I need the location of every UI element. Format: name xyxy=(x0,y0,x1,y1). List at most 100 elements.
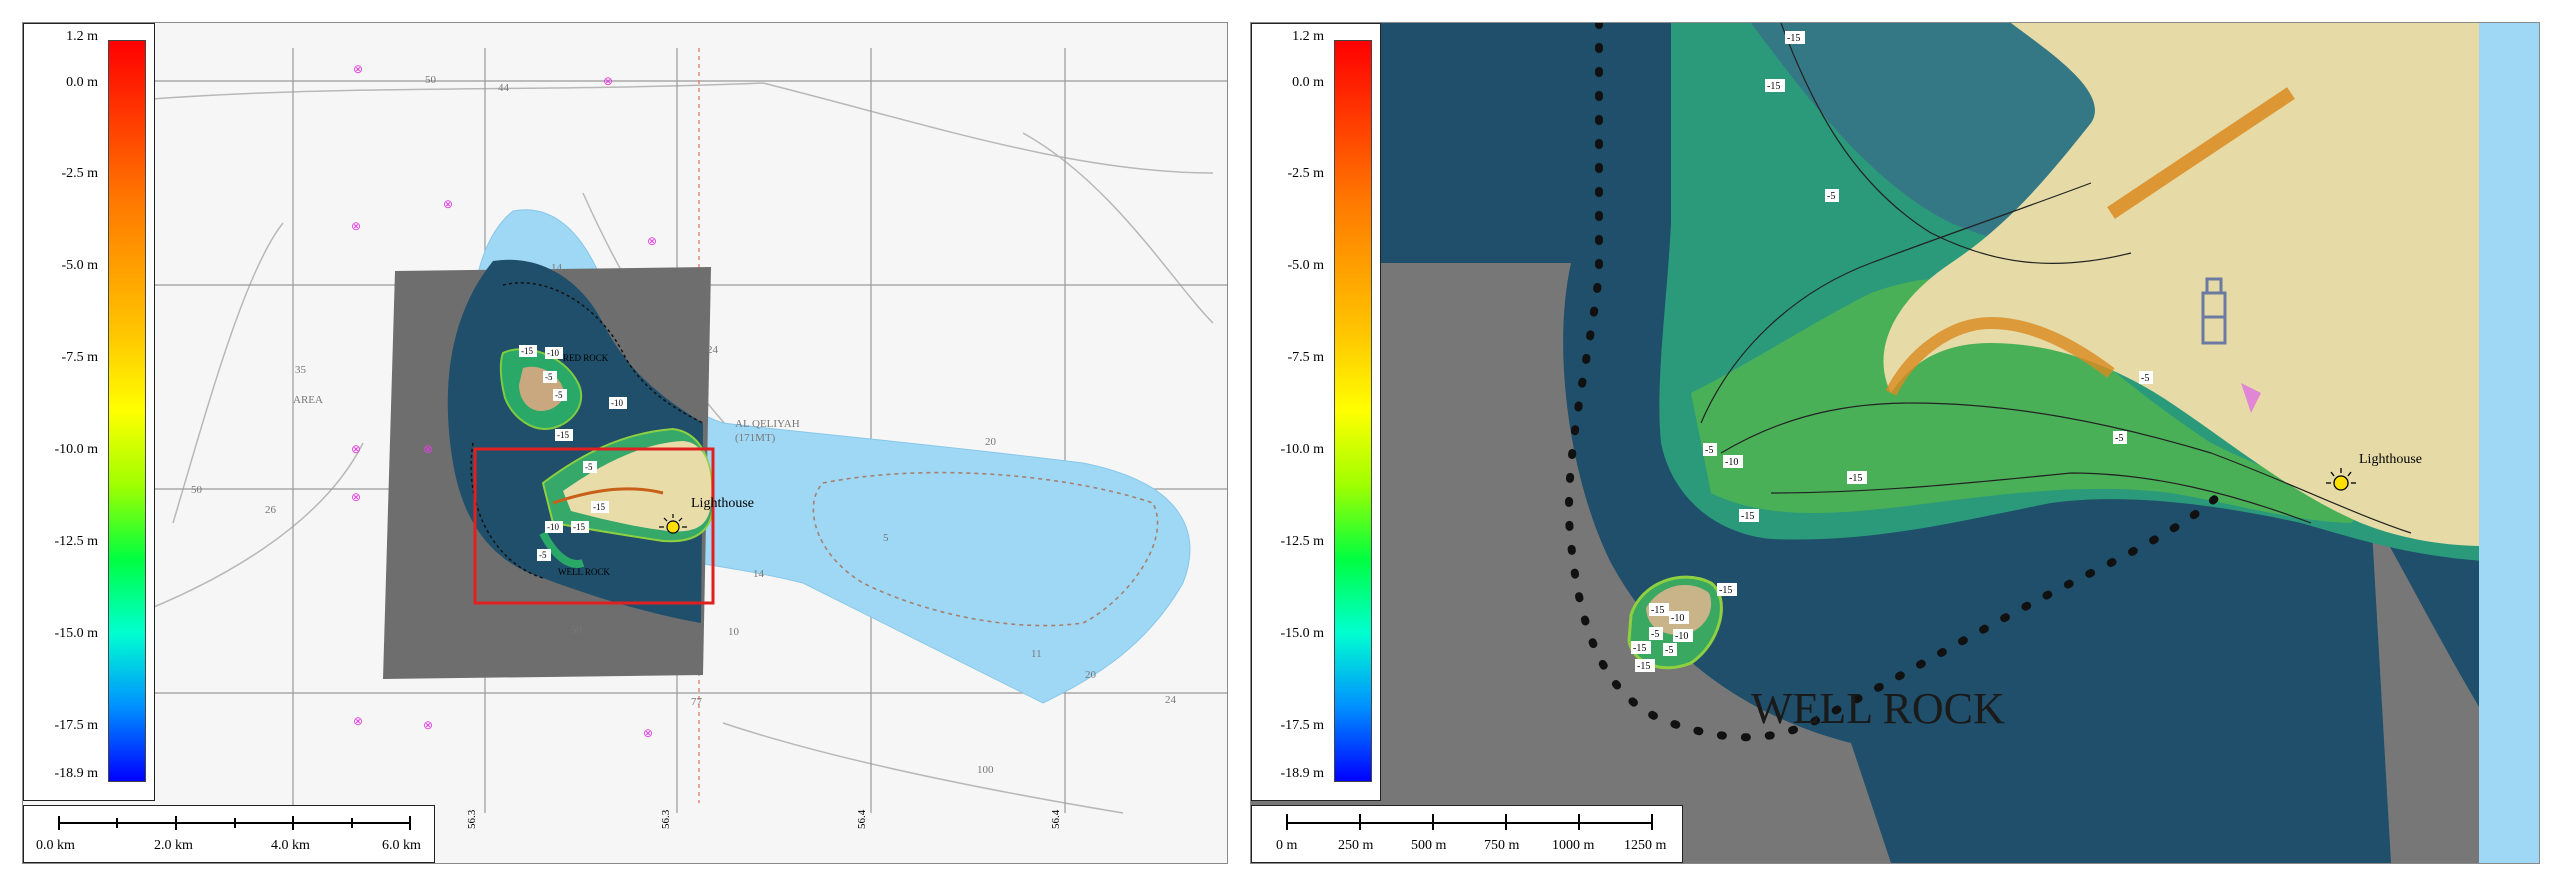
svg-text:-15: -15 xyxy=(1633,643,1646,654)
svg-text:-5: -5 xyxy=(1665,645,1673,656)
detail-map-panel[interactable]: Lighthouse WELL ROCK -15 -15 -5 -5 -10 -… xyxy=(1250,22,2540,864)
colorbar-label: -17.5 m xyxy=(1280,718,1324,733)
sounding: 35 xyxy=(295,364,307,376)
svg-text:-15: -15 xyxy=(1767,81,1780,92)
sounding: 100 xyxy=(977,764,994,776)
colorbar-label: -2.5 m xyxy=(61,166,98,181)
svg-text:⊗: ⊗ xyxy=(353,714,363,728)
colorbar-label: -18.9 m xyxy=(1280,766,1324,781)
overview-map-panel[interactable]: ⊗ ⊗ ⊗ ⊗ ⊗ ⊗ ⊗ ⊗ ⊗ ⊗ ⊗ 50 44 35 26 50 24 … xyxy=(22,22,1228,864)
svg-text:-10: -10 xyxy=(1671,613,1684,624)
svg-text:-5: -5 xyxy=(2141,373,2149,384)
colorbar-gradient xyxy=(1334,40,1372,782)
svg-text:-15: -15 xyxy=(1849,473,1862,484)
svg-text:⊗: ⊗ xyxy=(351,442,361,456)
colorbar-label: 1.2 m xyxy=(66,29,98,44)
lighthouse-label: Lighthouse xyxy=(2359,452,2422,467)
svg-text:-15: -15 xyxy=(1741,511,1754,522)
area-label: AREA xyxy=(293,394,323,406)
sounding: 11 xyxy=(1031,648,1042,660)
scale-label: 0.0 km xyxy=(36,838,75,853)
sounding: 5 xyxy=(883,532,889,544)
detail-map[interactable]: Lighthouse WELL ROCK -15 -15 -5 -5 -10 -… xyxy=(1251,23,2539,863)
colorbar-label: 0.0 m xyxy=(66,75,98,90)
colorbar-gradient xyxy=(108,40,146,782)
scale-label: 1250 m xyxy=(1624,838,1667,853)
colorbar-label: -17.5 m xyxy=(54,718,98,733)
colorbar-label: -10.0 m xyxy=(54,442,98,457)
well-rock-label: WELL ROCK xyxy=(1751,684,2005,733)
well-rock-label: WELL ROCK xyxy=(558,567,610,577)
svg-text:-15: -15 xyxy=(1719,585,1732,596)
sounding: 20 xyxy=(1085,669,1097,681)
colorbar-label: -2.5 m xyxy=(1287,166,1324,181)
svg-text:-10: -10 xyxy=(611,398,623,408)
svg-text:-15: -15 xyxy=(573,522,585,532)
svg-text:⊗: ⊗ xyxy=(647,234,657,248)
colorbar-label: -5.0 m xyxy=(1287,258,1324,273)
overview-map[interactable]: ⊗ ⊗ ⊗ ⊗ ⊗ ⊗ ⊗ ⊗ ⊗ ⊗ ⊗ 50 44 35 26 50 24 … xyxy=(23,23,1227,863)
depth-colorbar: 1.2 m 0.0 m -2.5 m -5.0 m -7.5 m -10.0 m… xyxy=(23,23,155,801)
colorbar-label: -18.9 m xyxy=(54,766,98,781)
svg-text:-15: -15 xyxy=(557,430,569,440)
scale-label: 0 m xyxy=(1276,838,1298,853)
colorbar-label: -15.0 m xyxy=(54,626,98,641)
svg-text:56.3: 56.3 xyxy=(660,809,672,829)
scale-label: 6.0 km xyxy=(382,838,421,853)
svg-text:56.4: 56.4 xyxy=(1050,809,1062,829)
svg-text:⊗: ⊗ xyxy=(643,726,653,740)
svg-text:⊗: ⊗ xyxy=(353,62,363,76)
svg-text:-15: -15 xyxy=(593,502,605,512)
colorbar-label: 1.2 m xyxy=(1292,29,1324,44)
svg-text:-10: -10 xyxy=(547,522,559,532)
colorbar-label: -10.0 m xyxy=(1280,442,1324,457)
svg-text:-15: -15 xyxy=(1637,661,1650,672)
svg-text:-10: -10 xyxy=(1725,457,1738,468)
colorbar-label: -7.5 m xyxy=(61,350,98,365)
colorbar-label: -7.5 m xyxy=(1287,350,1324,365)
scale-bar: 0 m 250 m 500 m 750 m 1000 m 1250 m xyxy=(1251,805,1683,863)
sounding: 44 xyxy=(498,82,510,94)
sounding: 14 xyxy=(551,262,563,274)
sounding: 26 xyxy=(265,504,277,516)
scale-label: 750 m xyxy=(1484,838,1520,853)
colorbar-label: -12.5 m xyxy=(54,534,98,549)
svg-text:-5: -5 xyxy=(1827,191,1835,202)
colorbar-label: -5.0 m xyxy=(61,258,98,273)
svg-text:⊗: ⊗ xyxy=(423,718,433,732)
svg-text:56.4: 56.4 xyxy=(856,809,868,829)
sounding: 10 xyxy=(728,626,740,638)
scale-label: 500 m xyxy=(1411,838,1447,853)
sounding: 50 xyxy=(191,484,203,496)
scale-label: 4.0 km xyxy=(271,838,310,853)
depth-colorbar: 1.2 m 0.0 m -2.5 m -5.0 m -7.5 m -10.0 m… xyxy=(1251,23,1381,801)
colorbar-label: 0.0 m xyxy=(1292,75,1324,90)
sounding: 50 xyxy=(425,74,437,86)
lighthouse-label: Lighthouse xyxy=(691,496,754,511)
sounding: 50 xyxy=(571,624,583,636)
red-rock-label: RED ROCK xyxy=(563,353,609,363)
scale-label: 250 m xyxy=(1338,838,1374,853)
al-qeliyah-label: AL QELIYAH xyxy=(735,418,800,430)
svg-text:-5: -5 xyxy=(2115,433,2123,444)
svg-text:⊗: ⊗ xyxy=(603,74,613,88)
colorbar-label: -15.0 m xyxy=(1280,626,1324,641)
al-qeliyah-sub-label: (171MT) xyxy=(735,432,776,444)
scale-bar: 0.0 km 2.0 km 4.0 km 6.0 km xyxy=(23,805,435,863)
scale-label: 2.0 km xyxy=(154,838,193,853)
svg-text:-5: -5 xyxy=(545,372,553,382)
svg-text:-5: -5 xyxy=(1705,445,1713,456)
colorbar-label: -12.5 m xyxy=(1280,534,1324,549)
svg-text:-15: -15 xyxy=(521,346,533,356)
svg-text:-15: -15 xyxy=(1651,605,1664,616)
shallow-water-strip xyxy=(2479,23,2539,863)
sounding: 24 xyxy=(1165,694,1177,706)
svg-text:⊗: ⊗ xyxy=(443,197,453,211)
svg-text:⊗: ⊗ xyxy=(351,490,361,504)
sounding: 24 xyxy=(707,344,719,356)
sounding: 14 xyxy=(753,568,765,580)
svg-text:⊗: ⊗ xyxy=(351,219,361,233)
svg-text:-15: -15 xyxy=(1787,33,1800,44)
svg-text:-5: -5 xyxy=(1651,629,1659,640)
sounding: 20 xyxy=(985,436,997,448)
